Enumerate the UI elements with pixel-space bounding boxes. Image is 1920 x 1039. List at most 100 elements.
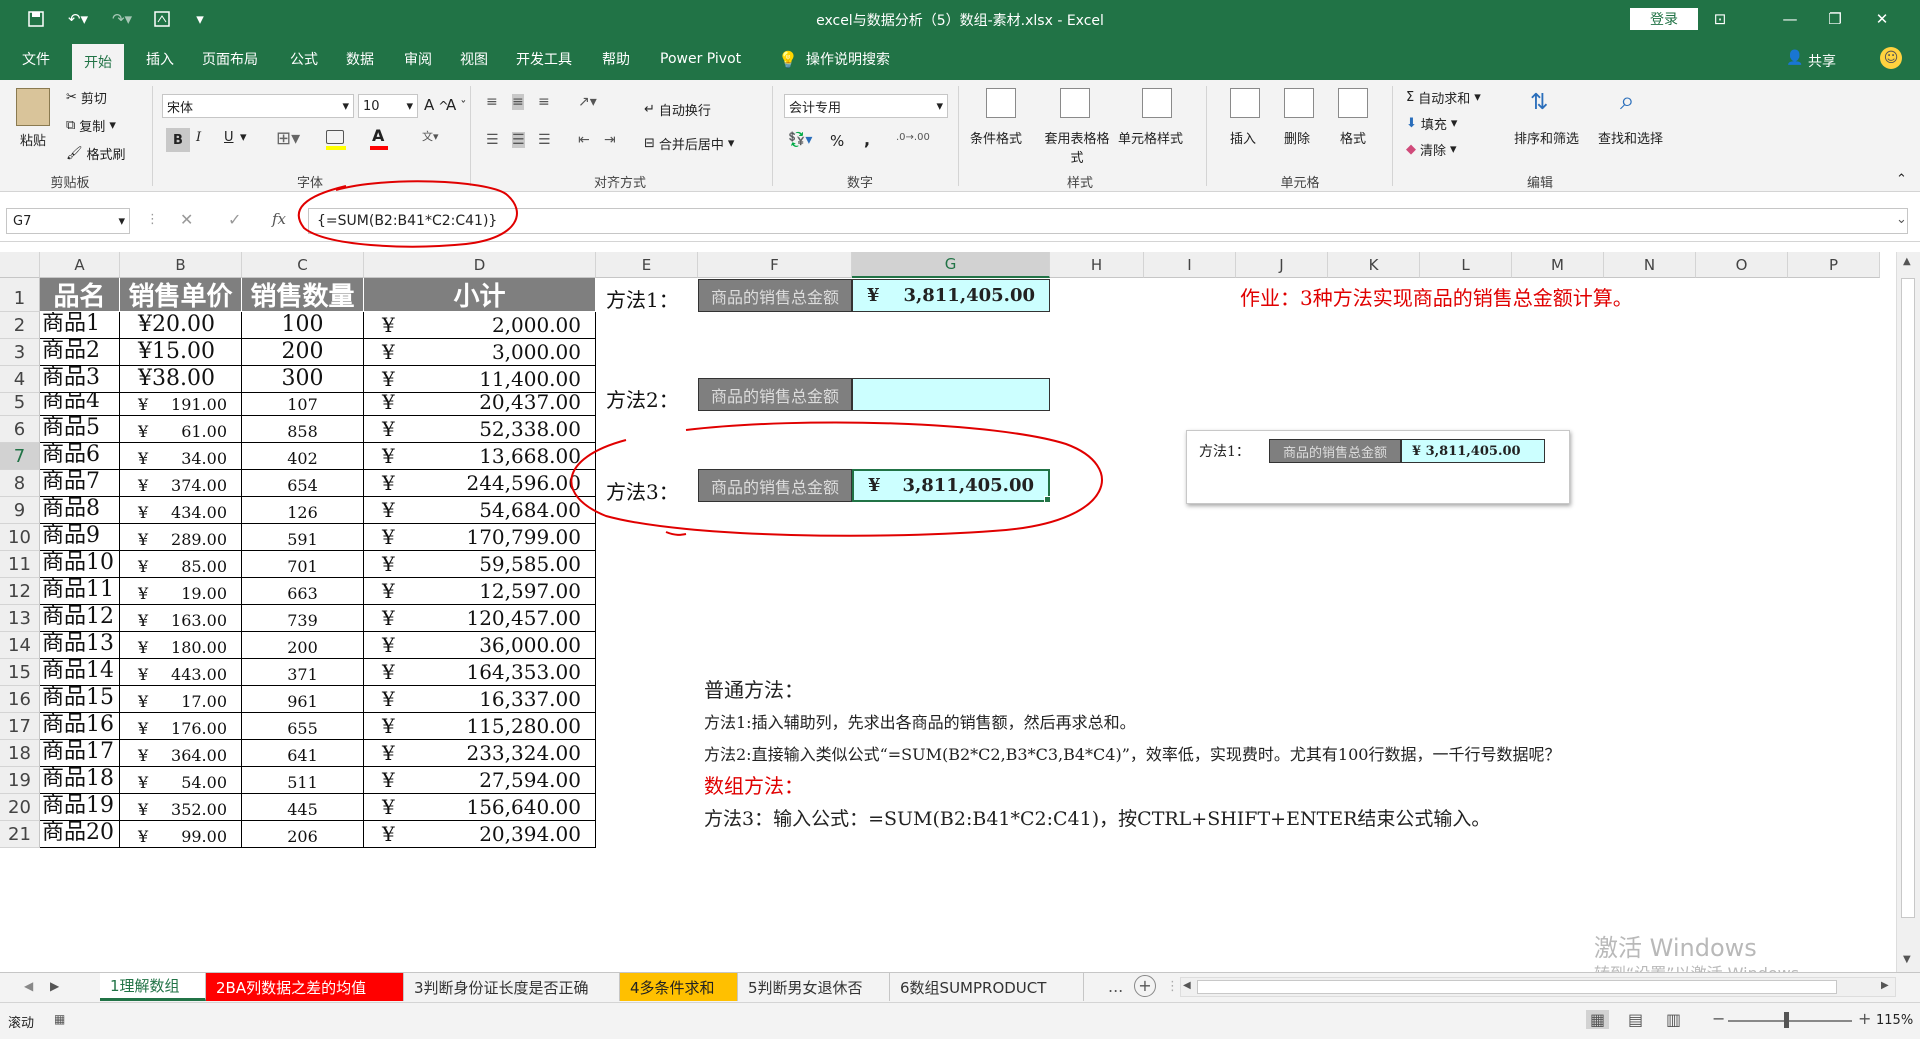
table-cell-qty[interactable]: 641 xyxy=(242,740,364,767)
font-size-combo[interactable]: 10 ▾ xyxy=(358,94,418,118)
scroll-right-icon[interactable]: ▶ xyxy=(1881,980,1889,991)
table-cell-name[interactable]: 商品7 xyxy=(40,470,120,497)
paste-button[interactable]: 粘贴 xyxy=(20,130,46,149)
table-cell-qty[interactable]: 701 xyxy=(242,551,364,578)
sheet-tab[interactable]: 3判断身份证长度是否正确 xyxy=(404,973,620,1001)
tab-data[interactable]: 数据 xyxy=(334,38,386,80)
table-cell-price[interactable]: ¥289.00 xyxy=(120,524,242,551)
save-icon[interactable] xyxy=(24,7,48,31)
fill-button[interactable]: ⬇ 填充 ▾ xyxy=(1406,114,1457,133)
sheet-tab[interactable]: 6数组SUMPRODUCT xyxy=(890,973,1084,1001)
paste-icon[interactable] xyxy=(16,88,50,126)
table-cell-price[interactable]: ¥15.00 xyxy=(120,339,242,366)
table-cell-price[interactable]: ¥34.00 xyxy=(120,443,242,470)
orientation-icon[interactable]: ↗▾ xyxy=(578,94,597,110)
wrap-text-button[interactable]: ↵ 自动换行 xyxy=(644,100,711,119)
table-cell-subtotal[interactable]: ¥54,684.00 xyxy=(364,497,596,524)
table-cell-name[interactable]: 商品1 xyxy=(40,312,120,339)
macro-record-icon[interactable]: ▦ xyxy=(54,1012,65,1026)
insert-cells-icon[interactable] xyxy=(1230,88,1260,118)
merge-center-button[interactable]: ⊟ 合并后居中 ▾ xyxy=(644,134,734,153)
table-cell-qty[interactable]: 126 xyxy=(242,497,364,524)
customize-qat-icon[interactable]: ▾ xyxy=(190,7,210,31)
table-cell-qty[interactable]: 371 xyxy=(242,659,364,686)
tab-developer[interactable]: 开发工具 xyxy=(504,38,584,80)
prev-sheet-icon[interactable]: ◀ xyxy=(24,979,33,993)
increase-indent-icon[interactable]: ⇥ xyxy=(604,132,616,148)
table-cell-price[interactable]: ¥443.00 xyxy=(120,659,242,686)
row-header[interactable]: 11 xyxy=(0,551,40,578)
table-cell-subtotal[interactable]: ¥59,585.00 xyxy=(364,551,596,578)
table-cell-price[interactable]: ¥19.00 xyxy=(120,578,242,605)
sheet-tab[interactable]: 2BA列数据之差的均值 xyxy=(206,973,404,1001)
vertical-scroll-thumb[interactable] xyxy=(1901,278,1915,918)
row-header[interactable]: 18 xyxy=(0,740,40,767)
page-break-view-icon[interactable]: ▥ xyxy=(1666,1010,1681,1029)
cancel-icon[interactable]: ✕ xyxy=(180,210,193,229)
column-header[interactable]: M xyxy=(1512,252,1604,278)
smiley-feedback-icon[interactable]: ☺ xyxy=(1880,47,1902,69)
sort-filter-button[interactable]: 排序和筛选 xyxy=(1514,128,1579,147)
zoom-in-icon[interactable]: + xyxy=(1858,1009,1871,1028)
expand-formula-bar-icon[interactable]: ⌄ xyxy=(1896,212,1907,227)
format-as-table-icon[interactable] xyxy=(1060,88,1090,118)
table-cell-name[interactable]: 商品19 xyxy=(40,794,120,821)
name-box[interactable]: G7 ▾ xyxy=(6,208,130,234)
table-cell-subtotal[interactable]: ¥16,337.00 xyxy=(364,686,596,713)
row-header[interactable]: 19 xyxy=(0,767,40,794)
delete-cells-icon[interactable] xyxy=(1284,88,1314,118)
share-button[interactable]: 共享 xyxy=(1808,51,1836,71)
horizontal-scroll-thumb[interactable] xyxy=(1197,980,1837,994)
comma-style-button[interactable]: , xyxy=(864,130,870,149)
table-cell-qty[interactable]: 858 xyxy=(242,416,364,443)
percent-style-button[interactable]: % xyxy=(830,132,844,150)
table-cell-subtotal[interactable]: ¥20,394.00 xyxy=(364,821,596,848)
decrease-indent-icon[interactable]: ⇤ xyxy=(578,132,590,148)
select-all-corner[interactable] xyxy=(0,252,40,278)
table-header-cell[interactable]: 销售数量 xyxy=(242,278,364,312)
table-cell-subtotal[interactable]: ¥12,597.00 xyxy=(364,578,596,605)
table-cell-name[interactable]: 商品4 xyxy=(40,393,120,416)
insert-cells-button[interactable]: 插入 xyxy=(1230,128,1256,147)
ribbon-display-options-icon[interactable]: ⊡ xyxy=(1700,6,1740,32)
table-cell-qty[interactable]: 200 xyxy=(242,339,364,366)
table-cell-qty[interactable]: 663 xyxy=(242,578,364,605)
column-header[interactable]: H xyxy=(1050,252,1144,278)
table-cell-price[interactable]: ¥85.00 xyxy=(120,551,242,578)
table-cell-qty[interactable]: 107 xyxy=(242,393,364,416)
table-cell-price[interactable]: ¥54.00 xyxy=(120,767,242,794)
column-header[interactable]: O xyxy=(1696,252,1788,278)
horizontal-scrollbar[interactable]: ◀ ▶ xyxy=(1180,977,1896,997)
table-cell-name[interactable]: 商品2 xyxy=(40,339,120,366)
table-cell-qty[interactable]: 206 xyxy=(242,821,364,848)
shrink-font-icon[interactable]: Aˇ xyxy=(446,96,467,114)
undo-icon[interactable]: ↶▾ xyxy=(60,7,96,31)
page-layout-view-icon[interactable]: ▤ xyxy=(1628,1010,1643,1029)
table-cell-name[interactable]: 商品17 xyxy=(40,740,120,767)
find-select-icon[interactable]: ⌕ xyxy=(1620,86,1635,117)
row-header[interactable]: 16 xyxy=(0,686,40,713)
table-cell-price[interactable]: ¥163.00 xyxy=(120,605,242,632)
tab-splitter-icon[interactable]: ⋮ xyxy=(1166,979,1179,994)
table-cell-qty[interactable]: 402 xyxy=(242,443,364,470)
table-cell-subtotal[interactable]: ¥11,400.00 xyxy=(364,366,596,393)
column-header[interactable]: G xyxy=(852,252,1050,278)
table-cell-qty[interactable]: 445 xyxy=(242,794,364,821)
zoom-level[interactable]: 115% xyxy=(1876,1013,1913,1028)
top-align-icon[interactable]: ≡ xyxy=(486,94,498,110)
format-as-table-button[interactable]: 套用表格格式 xyxy=(1040,128,1114,166)
table-cell-qty[interactable]: 655 xyxy=(242,713,364,740)
row-header[interactable]: 13 xyxy=(0,605,40,632)
insert-function-icon[interactable]: fx xyxy=(272,210,286,228)
row-header[interactable]: 5 xyxy=(0,392,40,416)
tab-power-pivot[interactable]: Power Pivot xyxy=(648,38,753,80)
format-painter-button[interactable]: 🖌 格式刷 xyxy=(66,144,126,163)
login-button[interactable]: 登录 xyxy=(1630,8,1698,30)
table-cell-price[interactable]: ¥20.00 xyxy=(120,312,242,339)
row-header[interactable]: 15 xyxy=(0,659,40,686)
table-cell-subtotal[interactable]: ¥244,596.00 xyxy=(364,470,596,497)
table-cell-name[interactable]: 商品12 xyxy=(40,605,120,632)
underline-button[interactable]: U xyxy=(224,130,234,145)
table-cell-subtotal[interactable]: ¥20,437.00 xyxy=(364,393,596,416)
font-name-combo[interactable]: 宋体 ▾ xyxy=(162,94,354,118)
